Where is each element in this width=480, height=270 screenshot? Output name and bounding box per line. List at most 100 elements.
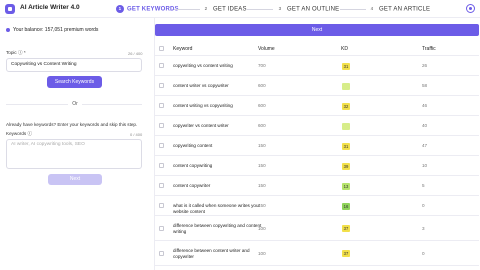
row-checkbox[interactable]: [159, 63, 164, 68]
volume-cell: 600: [258, 103, 266, 108]
kd-badge: 37: [342, 225, 350, 232]
skip-step-text: Already have keywords? Enter your keywor…: [6, 122, 138, 127]
row-checkbox[interactable]: [159, 163, 164, 168]
keyword-cell: content copywriting: [173, 163, 213, 168]
traffic-cell: 10: [422, 163, 428, 168]
keyword-cell: content copywriter: [173, 183, 211, 188]
step-get-ideas[interactable]: 2 GET IDEAS: [202, 5, 247, 13]
step-connector: [340, 9, 366, 10]
table-header: Keyword Volume KD Traffic: [155, 42, 479, 56]
kd-badge: 13: [342, 182, 350, 190]
app-title: AI Article Writer 4.0: [20, 4, 80, 11]
step-label: GET AN ARTICLE: [379, 6, 431, 13]
keyword-cell: content writer vs copywriter: [173, 83, 229, 88]
keywords-panel: Next Keyword Volume KD Traffic copywriti…: [154, 18, 480, 270]
topic-char-count: 26 / 400: [128, 51, 143, 56]
left-panel: Your balance: 157,051 premium words Topi…: [0, 18, 150, 270]
table-row[interactable]: difference between copywriting and conte…: [155, 216, 479, 241]
traffic-cell: 47: [422, 143, 428, 148]
table-row[interactable]: difference between content writer and co…: [155, 241, 479, 266]
kd-badge: 37: [342, 250, 350, 257]
volume-cell: 150: [258, 203, 266, 208]
step-get-keywords[interactable]: 1 GET KEYWORDS: [116, 5, 179, 13]
volume-cell: 150: [258, 163, 266, 168]
traffic-cell: 58: [422, 83, 428, 88]
row-checkbox[interactable]: [159, 83, 164, 88]
step-label: GET KEYWORDS: [127, 6, 179, 13]
step-get-outline[interactable]: 3 GET AN OUTLINE: [276, 5, 340, 13]
header-keyword: Keyword: [173, 46, 193, 52]
header-traffic: Traffic: [422, 46, 436, 52]
step-label: GET IDEAS: [213, 6, 247, 13]
step-connector: [174, 9, 200, 10]
keyword-cell: copywriting content: [173, 143, 213, 148]
traffic-cell: 3: [422, 225, 425, 231]
row-checkbox[interactable]: [159, 103, 164, 108]
next-button-disabled[interactable]: Next: [48, 174, 102, 185]
step-connector: [247, 9, 273, 10]
app-logo-icon: [5, 4, 15, 14]
keyword-cell: copywriter vs content writer: [173, 123, 229, 128]
traffic-cell: 46: [422, 103, 428, 108]
step-number: 4: [370, 6, 374, 11]
volume-cell: 600: [258, 123, 266, 128]
row-checkbox[interactable]: [159, 250, 164, 256]
table-row[interactable]: copywriting content 150 31 47: [155, 136, 479, 156]
table-row[interactable]: content writing vs copywriting 600 32 46: [155, 96, 479, 116]
topic-input[interactable]: Copywriting vs Content Writing: [6, 58, 142, 72]
step-label: GET AN OUTLINE: [287, 6, 340, 13]
volume-cell: 700: [258, 63, 266, 68]
table-row[interactable]: content copywriting 150 39 10: [155, 156, 479, 176]
traffic-cell: 5: [422, 183, 425, 188]
keywords-char-count: 0 / 400: [130, 132, 143, 137]
traffic-cell: 26: [422, 63, 428, 68]
search-keywords-button[interactable]: Search Keywords: [47, 76, 102, 88]
step-number: 1: [116, 5, 124, 13]
balance-text: Your balance: 157,051 premium words: [13, 27, 99, 33]
row-checkbox[interactable]: [159, 183, 164, 188]
topic-label: Topic ⓘ *: [6, 50, 26, 55]
table-row[interactable]: content writer vs copywriter 600 58: [155, 76, 479, 96]
keyword-cell: copywriting vs content writing: [173, 63, 233, 68]
table-row[interactable]: what is it called when someone writes yo…: [155, 196, 479, 216]
top-bar: AI Article Writer 4.0 1 GET KEYWORDS 2 GET…: [0, 0, 480, 18]
kd-badge: 16: [342, 202, 350, 210]
settings-icon[interactable]: [466, 4, 475, 13]
volume-cell: 150: [258, 183, 266, 188]
traffic-cell: 40: [422, 123, 428, 128]
row-checkbox[interactable]: [159, 225, 164, 231]
select-all-checkbox[interactable]: [159, 46, 164, 51]
step-number: 3: [278, 6, 282, 11]
kd-badge: 31: [342, 62, 350, 70]
keywords-label: Keywords ⓘ: [6, 131, 33, 136]
table-row[interactable]: copywriting vs content writing 700 31 26: [155, 56, 479, 76]
row-checkbox[interactable]: [159, 143, 164, 148]
keyword-cell: content writing vs copywriting: [173, 103, 233, 108]
kd-badge: [342, 82, 350, 90]
or-separator: Or: [0, 101, 150, 107]
row-checkbox[interactable]: [159, 123, 164, 128]
table-row[interactable]: content copywriter 150 13 5: [155, 176, 479, 196]
header-kd: KD: [341, 46, 348, 52]
step-number: 2: [204, 6, 208, 11]
sparkle-icon: [6, 27, 10, 32]
step-get-article[interactable]: 4 GET AN ARTICLE: [368, 5, 430, 13]
traffic-cell: 0: [422, 203, 425, 208]
traffic-cell: 0: [422, 250, 425, 256]
volume-cell: 600: [258, 83, 266, 88]
kd-badge: 31: [342, 142, 350, 150]
table-row[interactable]: copywriter vs content writer 600 40: [155, 116, 479, 136]
volume-cell: 100: [258, 250, 266, 256]
balance-info: Your balance: 157,051 premium words: [6, 27, 98, 33]
row-checkbox[interactable]: [159, 203, 164, 208]
next-button[interactable]: Next: [155, 24, 479, 36]
kd-badge: [342, 122, 350, 130]
or-label: Or: [68, 101, 82, 107]
keyword-cell: difference between copywriting and conte…: [173, 222, 262, 234]
kd-badge: 39: [342, 162, 350, 170]
volume-cell: 150: [258, 143, 266, 148]
kd-badge: 32: [342, 102, 350, 110]
keyword-cell: what is it called when someone writes yo…: [173, 203, 261, 214]
keywords-textarea[interactable]: AI writer, AI copywriting tools, SEO: [6, 139, 142, 169]
keyword-cell: difference between content writer and co…: [173, 247, 250, 259]
